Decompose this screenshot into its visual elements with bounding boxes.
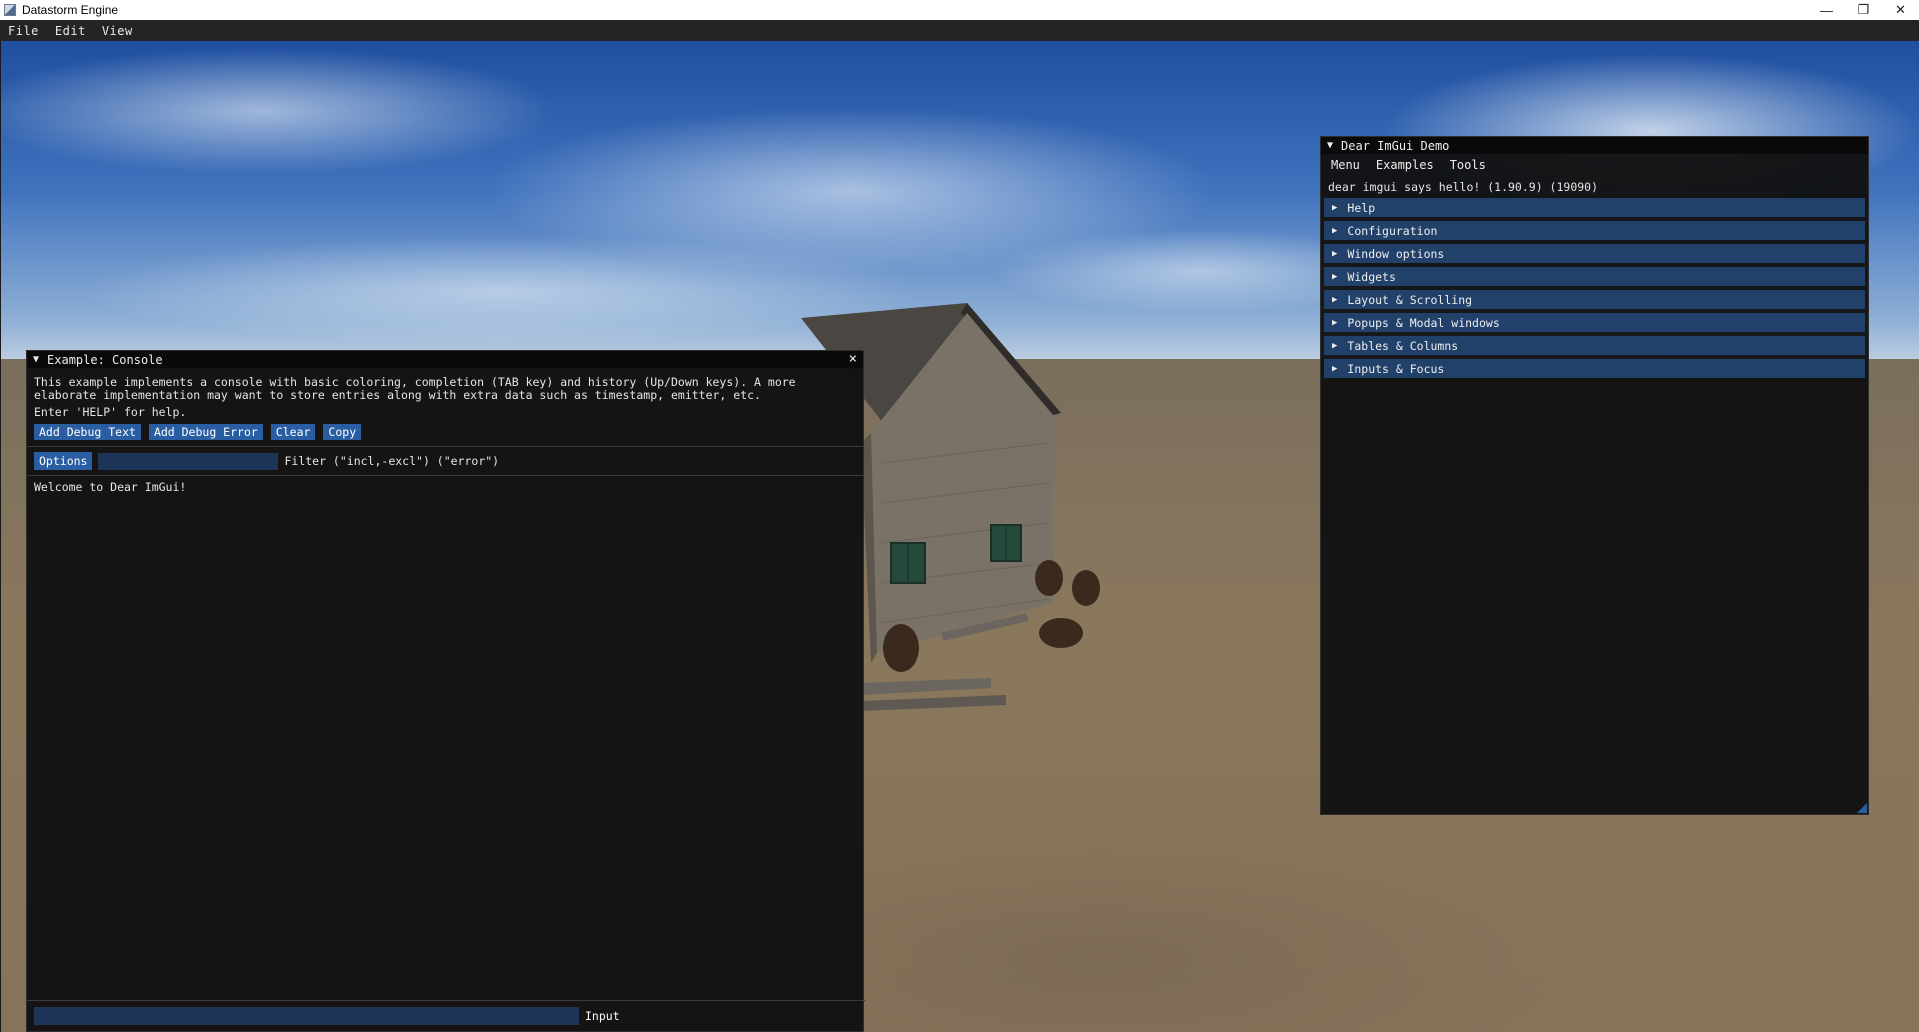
description-line: elaborate implementation may want to sto… — [34, 388, 761, 402]
menu-menu[interactable]: Menu — [1331, 158, 1360, 172]
filter-row: Options Filter ("incl,-excl") ("error") — [34, 452, 856, 470]
add-debug-error-button[interactable]: Add Debug Error — [148, 424, 263, 440]
window-controls: — ❐ ✕ — [1808, 0, 1919, 20]
help-hint: Enter 'HELP' for help. — [34, 405, 187, 419]
section-label: Configuration — [1347, 223, 1438, 238]
section-inputs-focus[interactable]: ▶ Inputs & Focus — [1324, 359, 1865, 378]
menu-tools[interactable]: Tools — [1450, 158, 1486, 172]
expand-triangle-icon: ▶ — [1332, 317, 1338, 328]
clear-button[interactable]: Clear — [270, 424, 316, 440]
input-label: Input — [585, 1009, 620, 1023]
separator — [27, 475, 863, 476]
console-input-field[interactable] — [34, 1007, 579, 1025]
restore-icon[interactable]: ❐ — [1845, 0, 1882, 20]
expand-triangle-icon: ▶ — [1332, 294, 1338, 305]
section-label: Help — [1347, 200, 1376, 215]
hello-text: dear imgui says hello! (1.90.9) (19090) — [1328, 180, 1599, 194]
collapse-triangle-icon[interactable]: ▼ — [1327, 140, 1333, 151]
demo-menubar: Menu Examples Tools — [1321, 154, 1868, 175]
resize-grip-icon[interactable] — [1857, 803, 1867, 813]
window-title: Datastorm Engine — [22, 3, 119, 17]
add-debug-text-button[interactable]: Add Debug Text — [34, 424, 141, 440]
os-title-bar: Datastorm Engine — ❐ ✕ — [0, 0, 1919, 20]
options-button[interactable]: Options — [34, 452, 93, 470]
separator — [27, 1000, 865, 1001]
log-line: Welcome to Dear ImGui! — [34, 480, 187, 494]
filter-input[interactable] — [98, 452, 279, 470]
expand-triangle-icon: ▶ — [1332, 248, 1338, 259]
console-input-row: Input — [27, 1000, 865, 1025]
app-icon — [4, 4, 16, 16]
imgui-demo-window[interactable]: ▼ Dear ImGui Demo Menu Examples Tools de… — [1320, 136, 1869, 815]
section-help[interactable]: ▶ Help — [1324, 198, 1865, 217]
collapse-triangle-icon[interactable]: ▼ — [33, 354, 39, 365]
expand-triangle-icon: ▶ — [1332, 363, 1338, 374]
section-label: Inputs & Focus — [1347, 361, 1445, 376]
section-label: Window options — [1347, 246, 1445, 261]
filter-label: Filter ("incl,-excl") ("error") — [284, 453, 500, 468]
expand-triangle-icon: ▶ — [1332, 340, 1338, 351]
menu-edit[interactable]: Edit — [47, 24, 94, 38]
section-label: Popups & Modal windows — [1347, 315, 1500, 330]
demo-title: Dear ImGui Demo — [1341, 138, 1450, 153]
section-popups-modal[interactable]: ▶ Popups & Modal windows — [1324, 313, 1865, 332]
section-widgets[interactable]: ▶ Widgets — [1324, 267, 1865, 286]
section-window-options[interactable]: ▶ Window options — [1324, 244, 1865, 263]
close-icon[interactable]: × — [849, 351, 857, 368]
section-label: Tables & Columns — [1347, 338, 1459, 353]
copy-button[interactable]: Copy — [323, 424, 362, 440]
menu-view[interactable]: View — [94, 24, 141, 38]
demo-title-bar[interactable]: ▼ Dear ImGui Demo — [1321, 137, 1868, 154]
section-label: Layout & Scrolling — [1347, 292, 1473, 307]
expand-triangle-icon: ▶ — [1332, 271, 1338, 282]
console-title: Example: Console — [47, 352, 163, 367]
menu-examples[interactable]: Examples — [1376, 158, 1434, 172]
section-tables-columns[interactable]: ▶ Tables & Columns — [1324, 336, 1865, 355]
separator — [27, 446, 863, 447]
section-label: Widgets — [1347, 269, 1396, 284]
console-log[interactable]: Welcome to Dear ImGui! — [34, 481, 856, 494]
console-window[interactable]: ▼ Example: Console × This example implem… — [26, 350, 865, 1032]
console-title-bar[interactable]: ▼ Example: Console × — [27, 351, 863, 368]
menu-file[interactable]: File — [0, 24, 47, 38]
console-button-row: Add Debug Text Add Debug Error Clear Cop… — [34, 424, 856, 440]
section-layout-scrolling[interactable]: ▶ Layout & Scrolling — [1324, 290, 1865, 309]
section-configuration[interactable]: ▶ Configuration — [1324, 221, 1865, 240]
minimize-icon[interactable]: — — [1808, 0, 1845, 20]
app-menubar: File Edit View — [0, 20, 1919, 41]
expand-triangle-icon: ▶ — [1332, 225, 1338, 236]
close-icon[interactable]: ✕ — [1882, 0, 1919, 20]
console-body: This example implements a console with b… — [27, 368, 863, 494]
expand-triangle-icon: ▶ — [1332, 202, 1338, 213]
